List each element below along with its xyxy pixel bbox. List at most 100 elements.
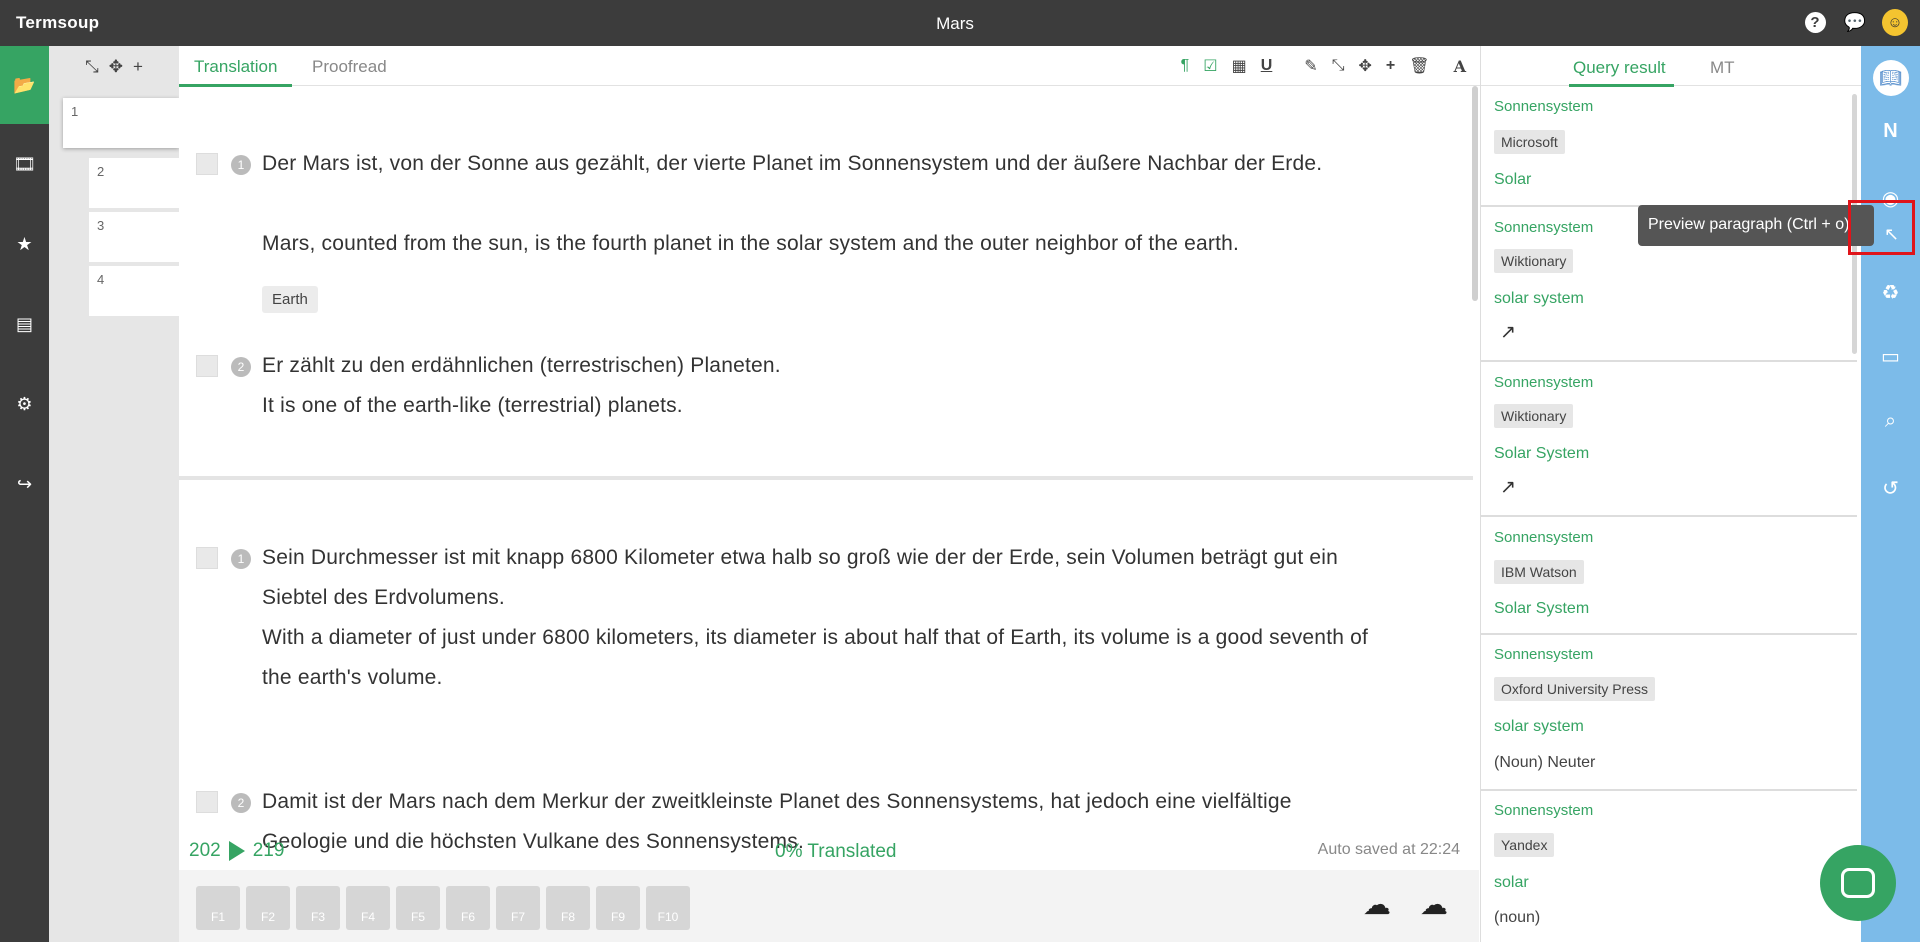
source-text[interactable]: Er zählt zu den erdähnlichen (terrestris… — [262, 346, 1372, 386]
autosave-status: Auto saved at 22:24 — [1317, 841, 1460, 858]
segment-number: 1 — [231, 549, 251, 569]
right-tool-bar: 📖︎ N ◉ ♻ ▭ ⌕ ↺ — [1861, 46, 1920, 942]
f8-key[interactable]: F8 — [546, 886, 590, 930]
history-icon[interactable]: ↺ — [1861, 476, 1920, 501]
status-bar: 202 219 0% Translated Auto saved at 22:2… — [179, 836, 1474, 866]
paragraph-divider — [179, 476, 1473, 480]
pages-panel: ⤡ ✥ + 1 2 3 4 — [49, 46, 179, 942]
recycle-icon[interactable]: ♻ — [1861, 280, 1920, 305]
query-target[interactable]: solar — [1494, 874, 1529, 892]
trash-icon[interactable]: 🗑 — [1409, 56, 1429, 76]
segment-number: 2 — [231, 793, 251, 813]
tab-translation[interactable]: Translation — [194, 57, 277, 77]
page-thumb-2[interactable]: 2 — [89, 158, 179, 208]
mouse-cursor-icon: ↖ — [1884, 224, 1900, 244]
provider-badge: Wiktionary — [1494, 404, 1574, 428]
page-thumb-4[interactable]: 4 — [89, 266, 179, 316]
editor-scrollbar[interactable] — [1472, 86, 1478, 301]
source-text[interactable]: Der Mars ist, von der Sonne aus gezählt,… — [262, 144, 1372, 184]
segment-number: 2 — [231, 357, 251, 377]
external-link-icon[interactable]: ↗ — [1500, 321, 1516, 344]
grammar-info: (noun) — [1494, 909, 1541, 926]
compress-icon[interactable]: ⤡ — [85, 57, 99, 77]
move-icon[interactable]: ✥ — [109, 57, 123, 77]
compress-icon[interactable]: ⤡ — [1332, 57, 1345, 75]
target-text[interactable]: It is one of the earth-like (terrestrial… — [262, 386, 1372, 426]
user-avatar[interactable]: ☺ — [1882, 8, 1908, 36]
tab-mt[interactable]: MT — [1710, 58, 1735, 78]
provider-badge: Yandex — [1494, 833, 1555, 857]
cloud-download-icon[interactable]: ☁︎ — [1420, 888, 1458, 920]
query-target[interactable]: Solar System — [1494, 445, 1589, 463]
film-icon[interactable]: 🎞 — [0, 124, 49, 204]
segment-checkbox[interactable] — [196, 791, 218, 813]
segment-counter: 202 219 — [189, 840, 285, 861]
segment-checkbox[interactable] — [196, 547, 218, 569]
query-source: Sonnensystem — [1494, 802, 1594, 819]
source-text[interactable]: Sein Durchmesser ist mit knapp 6800 Kilo… — [262, 538, 1372, 618]
chat-support-button[interactable] — [1820, 845, 1896, 921]
target-text[interactable]: Mars, counted from the sun, is the fourt… — [262, 224, 1372, 264]
external-link-icon[interactable]: ↗ — [1500, 476, 1516, 499]
plus-icon[interactable]: + — [1386, 57, 1395, 75]
f10-key[interactable]: F10 — [646, 886, 690, 930]
search-icon[interactable]: ⌕ — [1861, 410, 1920, 433]
tab-query-result[interactable]: Query result — [1573, 58, 1666, 78]
segment-checkbox[interactable] — [196, 355, 218, 377]
underline-icon[interactable]: U — [1261, 57, 1273, 75]
page-thumb-3[interactable]: 3 — [89, 212, 179, 262]
segment-checkbox[interactable] — [196, 153, 218, 175]
cloud-upload-icon[interactable]: ☁︎ — [1363, 888, 1401, 920]
translated-percentage: 0% Translated — [775, 841, 897, 862]
document-title: Mars — [936, 14, 974, 33]
f2-key[interactable]: F2 — [246, 886, 290, 930]
tooltip: Preview paragraph (Ctrl + o) — [1638, 205, 1874, 246]
plus-icon[interactable]: + — [133, 57, 143, 77]
comment-icon[interactable]: ▭ — [1861, 344, 1920, 369]
term-tag[interactable]: Earth — [262, 286, 318, 313]
provider-badge: Microsoft — [1494, 130, 1565, 154]
query-target[interactable]: solar system — [1494, 290, 1584, 308]
f5-key[interactable]: F5 — [396, 886, 440, 930]
page-thumb-1[interactable]: 1 — [63, 98, 179, 148]
f7-key[interactable]: F7 — [496, 886, 540, 930]
f4-key[interactable]: F4 — [346, 886, 390, 930]
query-target[interactable]: Solar — [1494, 171, 1531, 189]
pencil-icon[interactable]: ✎ — [1304, 56, 1317, 76]
book-icon[interactable]: 📖︎ — [1861, 60, 1920, 96]
play-icon[interactable] — [228, 841, 245, 861]
grammar-info: (Noun) Neuter — [1494, 754, 1596, 771]
provider-badge: IBM Watson — [1494, 560, 1584, 584]
query-target[interactable]: solar system — [1494, 718, 1584, 736]
query-entry: Sonnensystem Oxford University Press sol… — [1481, 635, 1857, 791]
query-source: Sonnensystem — [1494, 374, 1594, 391]
star-icon[interactable]: ★ — [0, 204, 49, 284]
query-target[interactable]: Solar System — [1494, 600, 1589, 618]
store-icon[interactable]: ▤ — [0, 284, 49, 364]
gear-icon[interactable]: ⚙ — [0, 364, 49, 444]
query-source: Sonnensystem — [1494, 529, 1594, 546]
chat-bubble-icon — [1841, 868, 1875, 898]
target-text[interactable]: With a diameter of just under 6800 kilom… — [262, 618, 1372, 698]
folder-open-icon[interactable]: 📂 — [0, 46, 49, 124]
query-source: Sonnensystem — [1494, 219, 1594, 236]
chat-icon[interactable]: 💬 — [1842, 9, 1868, 35]
tab-proofread[interactable]: Proofread — [312, 57, 387, 77]
query-entry: Sonnensystem Microsoft Solar — [1481, 86, 1857, 207]
font-icon[interactable]: A — [1454, 57, 1466, 76]
check-square-icon[interactable]: ☑ — [1203, 56, 1217, 76]
n-icon[interactable]: N — [1861, 120, 1920, 143]
f6-key[interactable]: F6 — [446, 886, 490, 930]
pilcrow-icon[interactable]: ¶ — [1181, 57, 1190, 75]
move-icon[interactable]: ✥ — [1359, 56, 1372, 76]
help-icon[interactable]: ? — [1802, 9, 1828, 35]
f3-key[interactable]: F3 — [296, 886, 340, 930]
f9-key[interactable]: F9 — [596, 886, 640, 930]
grid-icon[interactable]: ▦ — [1232, 56, 1247, 76]
query-entry: Sonnensystem Yandex solar (noun) — [1481, 791, 1857, 942]
provider-badge: Wiktionary — [1494, 249, 1574, 273]
sign-out-icon[interactable]: ↪ — [0, 444, 49, 524]
query-entry: Sonnensystem Wiktionary Solar System ↗ — [1481, 362, 1857, 517]
f1-key[interactable]: F1 — [196, 886, 240, 930]
active-tab-indicator — [179, 84, 292, 87]
